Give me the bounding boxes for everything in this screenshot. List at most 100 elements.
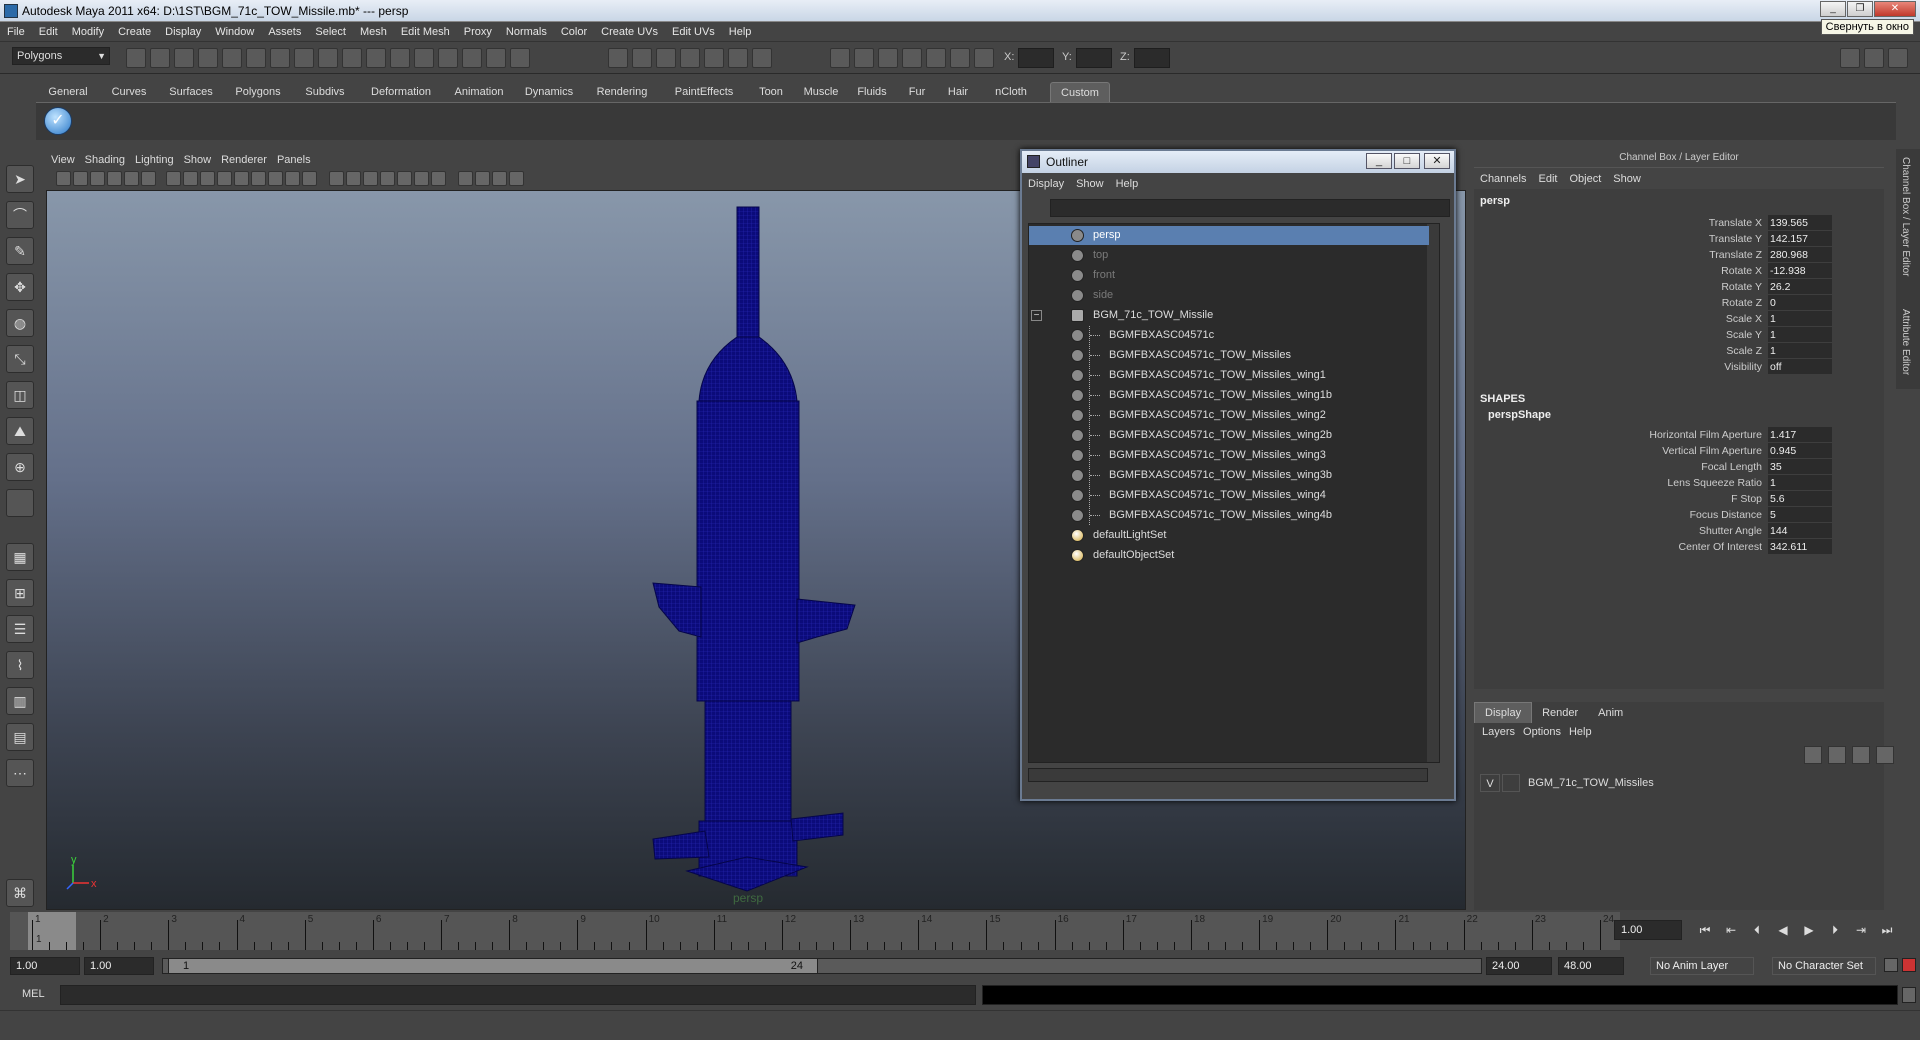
channel-value[interactable]: 1.417 xyxy=(1768,427,1832,442)
panel-toolbar-icon[interactable] xyxy=(492,171,507,186)
menu-display[interactable]: Display xyxy=(158,22,208,42)
shape-channel-row[interactable]: Lens Squeeze Ratio 1 xyxy=(1478,475,1876,491)
channel-value[interactable]: -12.938 xyxy=(1768,263,1832,278)
menu-normals[interactable]: Normals xyxy=(499,22,554,42)
persp-graph-layout-icon[interactable]: ▤ xyxy=(6,723,34,751)
outliner-item[interactable]: BGMFBXASC04571c_TOW_Missiles_wing4 xyxy=(1029,486,1429,505)
step-back-frame-icon[interactable]: ⏴ xyxy=(1748,922,1766,938)
panel-menu-panels[interactable]: Panels xyxy=(272,151,316,169)
outliner-item[interactable]: BGMFBXASC04571c_TOW_Missiles_wing2 xyxy=(1029,406,1429,425)
range-end-field[interactable]: 24.00 xyxy=(1486,957,1552,975)
menu-set-selector[interactable]: Polygons ▼ xyxy=(12,47,110,65)
channel-value[interactable]: 1 xyxy=(1768,475,1832,490)
outliner-maximize-button[interactable]: □ xyxy=(1394,153,1420,169)
single-pane-layout-icon[interactable]: ▦ xyxy=(6,543,34,571)
outliner-item[interactable]: BGMFBXASC04571c_TOW_Missiles_wing2b xyxy=(1029,426,1429,445)
channel-value[interactable]: 35 xyxy=(1768,459,1832,474)
statusline-tool-icon[interactable] xyxy=(342,48,362,68)
custom-tool-icon[interactable]: ✓ xyxy=(44,107,72,135)
panel-toolbar-icon[interactable] xyxy=(397,171,412,186)
menu-select[interactable]: Select xyxy=(308,22,353,42)
x-field[interactable] xyxy=(1018,48,1054,68)
scale-tool-icon[interactable]: ⤡ xyxy=(6,345,34,373)
channel-row[interactable]: Rotate X -12.938 xyxy=(1478,263,1876,279)
shelf-tab-surfaces[interactable]: Surfaces xyxy=(162,82,220,102)
outliner-item[interactable]: defaultLightSet xyxy=(1029,526,1429,545)
menu-edit-uvs[interactable]: Edit UVs xyxy=(665,22,722,42)
menu-create-uvs[interactable]: Create UVs xyxy=(594,22,665,42)
layer-menu-help[interactable]: Help xyxy=(1565,726,1596,738)
panel-toolbar-icon[interactable] xyxy=(458,171,473,186)
channel-value[interactable]: 1 xyxy=(1768,311,1832,326)
statusline-tool-icon[interactable] xyxy=(632,48,652,68)
z-field[interactable] xyxy=(1134,48,1170,68)
outliner-item[interactable]: side xyxy=(1029,286,1429,305)
panel-toolbar-icon[interactable] xyxy=(234,171,249,186)
paint-select-tool-icon[interactable]: ✎ xyxy=(6,237,34,265)
outliner-item[interactable]: BGMFBXASC04571c_TOW_Missiles_wing3 xyxy=(1029,446,1429,465)
statusline-tool-icon[interactable] xyxy=(174,48,194,68)
statusline-tool-icon[interactable] xyxy=(728,48,748,68)
outliner-menu-show[interactable]: Show xyxy=(1070,178,1110,190)
channel-value[interactable]: 5.6 xyxy=(1768,491,1832,506)
statusline-tool-icon[interactable] xyxy=(902,48,922,68)
shelf-tab-toon[interactable]: Toon xyxy=(752,82,790,102)
new-layer-icon[interactable] xyxy=(1804,746,1822,764)
move-tool-icon[interactable]: ✥ xyxy=(6,273,34,301)
channel-value[interactable]: 1 xyxy=(1768,327,1832,342)
go-to-end-icon[interactable]: ⏭ xyxy=(1878,922,1896,938)
shelf-tab-subdivs[interactable]: Subdivs xyxy=(296,82,354,102)
panel-menu-lighting[interactable]: Lighting xyxy=(130,151,179,169)
shape-channel-row[interactable]: Shutter Angle 144 xyxy=(1478,523,1876,539)
channel-value[interactable]: 144 xyxy=(1768,523,1832,538)
statusline-tool-icon[interactable] xyxy=(704,48,724,68)
outliner-filter-field[interactable] xyxy=(1050,199,1450,217)
panel-toolbar-icon[interactable] xyxy=(346,171,361,186)
statusline-tool-icon[interactable] xyxy=(974,48,994,68)
channel-row[interactable]: Translate X 139.565 xyxy=(1478,215,1876,231)
panel-toolbar-icon[interactable] xyxy=(268,171,283,186)
statusline-tool-icon[interactable] xyxy=(246,48,266,68)
layer-type-toggle[interactable] xyxy=(1502,774,1520,792)
empty-tool-slot-icon[interactable] xyxy=(6,489,34,517)
layout-icon[interactable] xyxy=(1840,48,1860,68)
outliner-item[interactable]: BGMFBXASC04571c_TOW_Missiles_wing1 xyxy=(1029,366,1429,385)
outliner-layout-icon[interactable]: ☰ xyxy=(6,615,34,643)
step-forward-frame-icon[interactable]: ⏵ xyxy=(1826,922,1844,938)
last-tool-icon[interactable]: ⊕ xyxy=(6,453,34,481)
command-language-label[interactable]: MEL xyxy=(22,988,45,1000)
statusline-tool-icon[interactable] xyxy=(926,48,946,68)
panel-toolbar-icon[interactable] xyxy=(200,171,215,186)
restore-button[interactable]: ❐ xyxy=(1847,1,1873,17)
panel-toolbar-icon[interactable] xyxy=(166,171,181,186)
close-button[interactable]: ✕ xyxy=(1874,1,1916,17)
outliner-title-bar[interactable]: Outliner _ □ ✕ xyxy=(1022,151,1454,173)
shelf-tab-animation[interactable]: Animation xyxy=(448,82,510,102)
shape-channel-row[interactable]: Center Of Interest 342.611 xyxy=(1478,539,1876,555)
panel-toolbar-icon[interactable] xyxy=(73,171,88,186)
statusline-tool-icon[interactable] xyxy=(126,48,146,68)
go-to-start-icon[interactable]: ⏮ xyxy=(1696,922,1714,938)
channel-row[interactable]: Scale Y 1 xyxy=(1478,327,1876,343)
menu-edit-mesh[interactable]: Edit Mesh xyxy=(394,22,457,42)
channel-row[interactable]: Visibility off xyxy=(1478,359,1876,375)
minimize-button[interactable]: _ xyxy=(1820,1,1846,17)
statusline-tool-icon[interactable] xyxy=(854,48,874,68)
manipulator-tool-icon[interactable]: ◫ xyxy=(6,381,34,409)
panel-toolbar-icon[interactable] xyxy=(363,171,378,186)
end-time-field[interactable]: 48.00 xyxy=(1558,957,1624,975)
outliner-item[interactable]: top xyxy=(1029,246,1429,265)
command-input[interactable] xyxy=(60,985,976,1005)
graph-layout-icon[interactable]: ⌇ xyxy=(6,651,34,679)
shape-channel-row[interactable]: Horizontal Film Aperture 1.417 xyxy=(1478,427,1876,443)
range-slider-handle[interactable]: 1 24 xyxy=(168,958,818,974)
shelf-tab-deformation[interactable]: Deformation xyxy=(362,82,440,102)
menu-help[interactable]: Help xyxy=(722,22,759,42)
shape-channel-row[interactable]: F Stop 5.6 xyxy=(1478,491,1876,507)
channel-value[interactable]: 0.945 xyxy=(1768,443,1832,458)
channel-menu-object[interactable]: Object xyxy=(1563,173,1607,185)
panel-toolbar-icon[interactable] xyxy=(285,171,300,186)
statusline-tool-icon[interactable] xyxy=(438,48,458,68)
new-layer-selected-icon[interactable] xyxy=(1828,746,1846,764)
channel-row[interactable]: Rotate Y 26.2 xyxy=(1478,279,1876,295)
